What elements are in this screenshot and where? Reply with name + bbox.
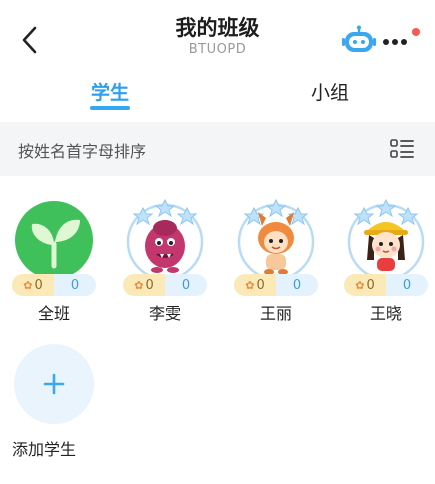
tab-groups-label: 小组 [310,82,349,104]
positive-score: ✿ 0 [344,274,386,296]
student-card-li-wen[interactable]: ✿ 0 0 李雯 [115,198,215,326]
positive-score: ✿ 0 [234,274,276,296]
more-dots-icon [383,39,407,45]
back-button[interactable] [14,22,44,58]
positive-score: ✿ 0 [12,274,54,296]
sort-label[interactable]: 按姓名首字母排序 [18,138,146,162]
add-student-button[interactable]: 添加学生 [12,344,96,464]
add-student-label: 添加学生 [12,440,77,459]
student-name: 王丽 [259,304,292,323]
active-tab-indicator [90,106,130,110]
header-bar: 我的班级 BTUOPD [0,0,435,68]
negative-score: 0 [386,274,428,296]
score-bar: ✿ 0 0 [234,274,318,296]
flower-icon: ✿ [23,278,33,292]
score-bar: ✿ 0 0 [344,274,428,296]
flower-icon: ✿ [245,278,255,292]
title-block: 我的班级 BTUOPD [120,14,315,58]
tab-students-label: 学生 [90,82,129,104]
notification-dot [412,28,420,36]
pink-monster-avatar-icon [126,198,204,278]
student-card-wang-xiao[interactable]: ✿ 0 0 王晓 [336,198,435,326]
negative-score: 0 [165,274,207,296]
list-view-icon [390,139,414,158]
girl-yellow-hat-avatar-icon [347,198,425,278]
negative-score: 0 [276,274,318,296]
negative-score: 0 [54,274,96,296]
page-title: 我的班级 [175,16,260,40]
class-code: BTUOPD [188,42,247,57]
fox-costume-avatar-icon [237,198,315,278]
student-card-whole-class[interactable]: ✿ 0 0 全班 [4,198,104,326]
flower-icon: ✿ [134,278,144,292]
sprout-avatar-icon [15,201,93,278]
view-toggle-button[interactable] [390,138,414,160]
student-name: 李雯 [148,304,181,323]
flower-icon: ✿ [355,278,365,292]
tab-groups[interactable]: 小组 [296,78,364,114]
robot-icon [342,25,376,52]
sort-bar: 按姓名首字母排序 [0,122,435,176]
add-student-circle[interactable] [14,344,94,424]
chevron-left-icon [22,26,37,54]
robot-assistant-button[interactable] [342,25,376,55]
score-bar: ✿ 0 0 [123,274,207,296]
student-name: 全班 [37,304,70,323]
more-button[interactable] [382,28,422,54]
tab-bar: 学生 小组 [0,72,435,116]
positive-score: ✿ 0 [123,274,165,296]
student-card-wang-li[interactable]: ✿ 0 0 王丽 [226,198,326,326]
student-name: 王晓 [369,304,402,323]
score-bar: ✿ 0 0 [12,274,96,296]
plus-icon [43,373,65,395]
